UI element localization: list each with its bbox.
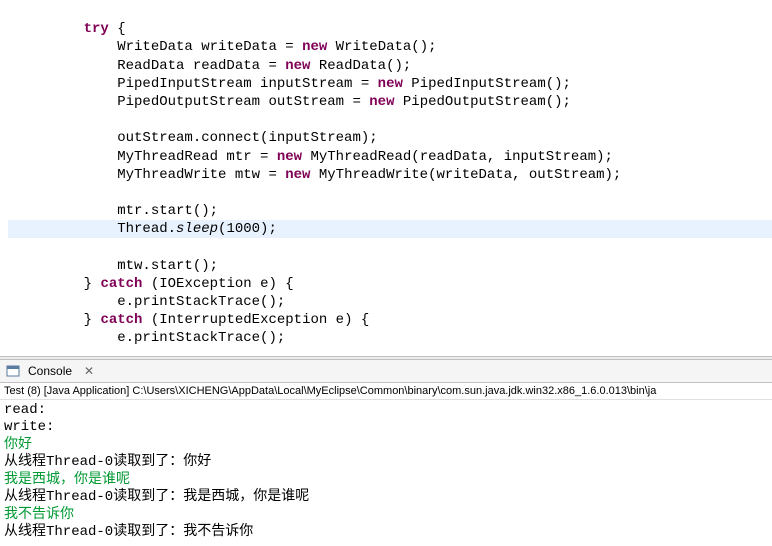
code-line: PipedOutputStream outStream = new PipedO… (8, 94, 571, 110)
keyword-new: new (369, 94, 394, 110)
code-line: e.printStackTrace(); (8, 294, 285, 310)
console-line: 我是西城，你是谁呢 (4, 472, 768, 490)
code-line: ReadData readData = new ReadData(); (8, 58, 411, 74)
code-line-active: Thread.sleep(1000); (8, 220, 772, 238)
code-line (8, 112, 16, 128)
code-line: } catch (InterruptedException e) { (8, 312, 369, 328)
keyword-try: try (84, 21, 109, 37)
console-line: 从线程Thread-0读取到了：我不告诉你 (4, 524, 768, 542)
console-output[interactable]: read:write:你好从线程Thread-0读取到了：你好我是西城，你是谁呢… (0, 400, 772, 544)
keyword-new: new (285, 58, 310, 74)
code-line: WriteData writeData = new WriteData(); (8, 39, 437, 55)
code-line: outStream.connect(inputStream); (8, 130, 378, 146)
console-line: write: (4, 419, 768, 437)
keyword-new: new (302, 39, 327, 55)
static-method: sleep (176, 221, 218, 237)
keyword-catch: catch (100, 276, 142, 292)
code-line: PipedInputStream inputStream = new Piped… (8, 76, 571, 92)
console-launch-info: Test (8) [Java Application] C:\Users\XIC… (0, 383, 772, 400)
keyword-new: new (277, 149, 302, 165)
console-line: read: (4, 402, 768, 420)
code-line: mtw.start(); (8, 258, 218, 274)
console-line: 我不告诉你 (4, 507, 768, 525)
keyword-new: new (378, 76, 403, 92)
console-line: 你好 (4, 437, 768, 455)
console-line: 从线程Thread-0读取到了：你好 (4, 454, 768, 472)
keyword-catch: catch (100, 312, 142, 328)
code-line: e.printStackTrace(); (8, 330, 285, 346)
console-tab-label[interactable]: Console (24, 362, 76, 380)
code-editor[interactable]: try { WriteData writeData = new WriteDat… (0, 0, 772, 356)
keyword-new: new (285, 167, 310, 183)
code-line: } catch (IOException e) { (8, 276, 294, 292)
console-tab-bar: Console ✕ (0, 360, 772, 383)
console-icon (6, 364, 20, 378)
code-line (8, 185, 16, 201)
close-icon[interactable]: ✕ (80, 364, 98, 378)
code-line: try { (8, 21, 126, 37)
code-line: mtr.start(); (8, 203, 218, 219)
code-line: MyThreadRead mtr = new MyThreadRead(read… (8, 149, 613, 165)
code-line: MyThreadWrite mtw = new MyThreadWrite(wr… (8, 167, 621, 183)
console-line: 从线程Thread-0读取到了：我是西城，你是谁呢 (4, 489, 768, 507)
